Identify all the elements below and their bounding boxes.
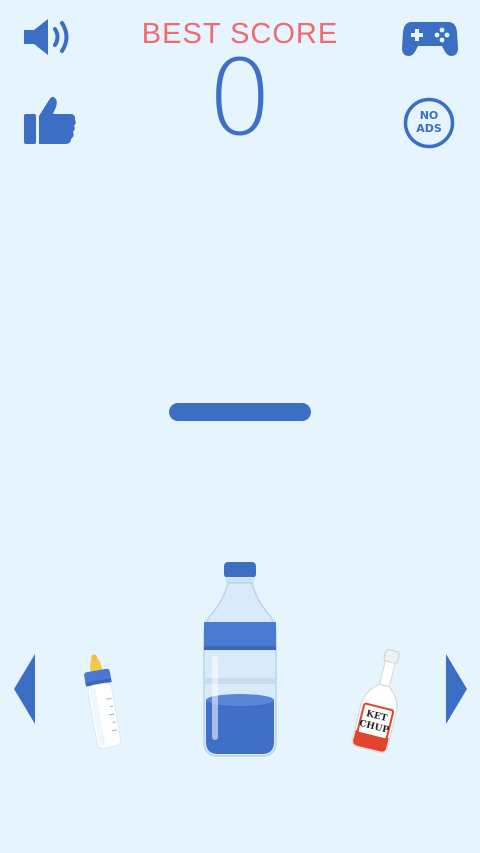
baby-bottle-icon — [84, 654, 122, 749]
ketchup-bottle-icon: KET CHUP — [351, 649, 400, 754]
no-ads-button[interactable]: NO ADS — [403, 97, 455, 149]
next-bottle-arrow[interactable] — [445, 654, 467, 724]
gamepad-icon — [402, 22, 458, 56]
water-bottle-icon — [203, 562, 277, 757]
baby-bottle-option[interactable] — [72, 650, 132, 755]
chevron-right-icon — [446, 654, 467, 724]
more-games-button[interactable] — [402, 18, 458, 58]
previous-bottle-arrow[interactable] — [14, 654, 36, 724]
target-platform — [169, 403, 311, 421]
no-ads-line1: NO — [419, 109, 439, 122]
water-bottle-selected[interactable] — [200, 560, 280, 760]
no-ads-line2: ADS — [416, 122, 442, 135]
chevron-left-icon — [14, 654, 35, 724]
ketchup-bottle-option[interactable]: KET CHUP — [348, 645, 412, 757]
